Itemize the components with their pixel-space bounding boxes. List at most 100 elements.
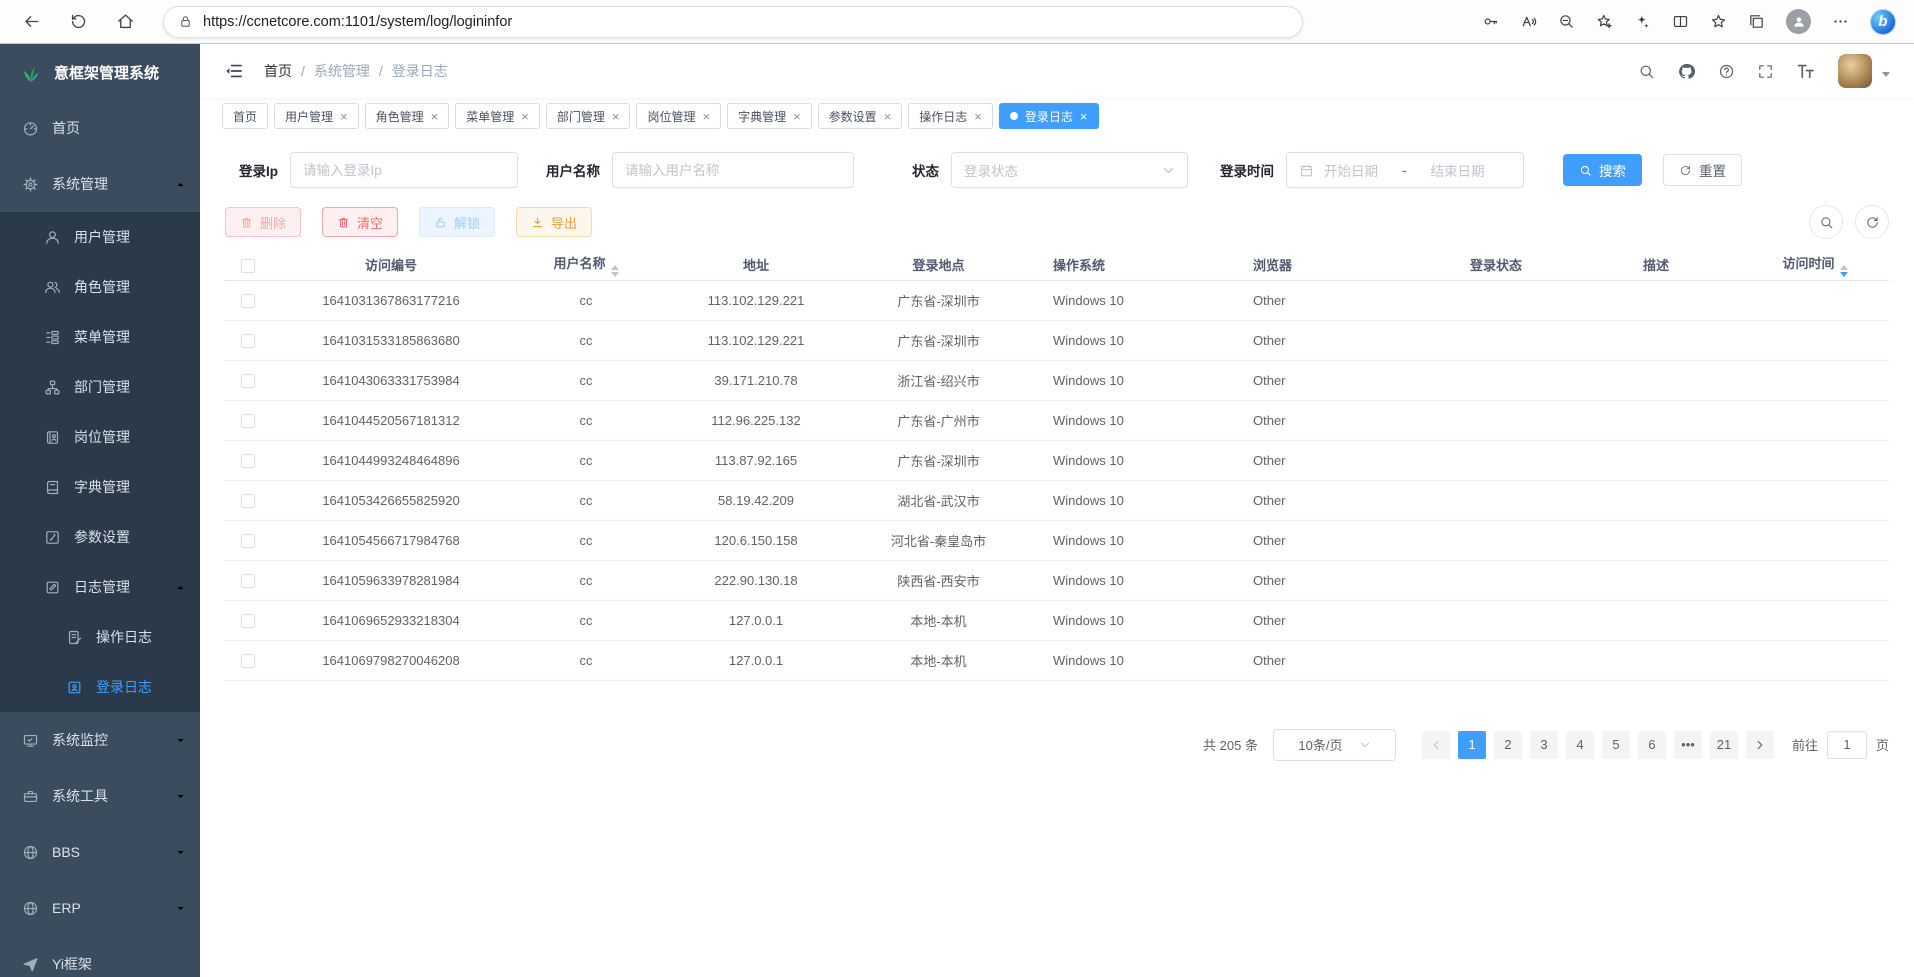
add-favorite-icon[interactable] (1596, 13, 1613, 30)
favorites-icon[interactable] (1710, 13, 1727, 30)
tab-param-settings[interactable]: 参数设置× (818, 103, 903, 129)
page-size-select[interactable]: 10条/页 (1273, 729, 1396, 761)
copilot-icon[interactable]: b (1870, 9, 1896, 35)
sidebar-item-param-settings[interactable]: 参数设置 (0, 512, 200, 562)
close-icon[interactable]: × (431, 110, 439, 123)
close-icon[interactable]: × (884, 110, 892, 123)
page-button-5[interactable]: 5 (1602, 731, 1630, 759)
home-icon[interactable] (116, 12, 135, 31)
row-checkbox[interactable] (241, 654, 255, 668)
back-icon[interactable] (22, 12, 41, 31)
user-name-input[interactable] (612, 152, 854, 188)
sidebar-item-system-tools[interactable]: 系统工具 (0, 768, 200, 824)
tab-post-management[interactable]: 岗位管理× (636, 103, 721, 129)
table-row[interactable]: 1641031367863177216cc113.102.129.221广东省-… (225, 280, 1889, 320)
sidebar-item-post-management[interactable]: 岗位管理 (0, 412, 200, 462)
end-date-placeholder[interactable]: 结束日期 (1431, 160, 1485, 180)
sort-icon[interactable] (1840, 265, 1848, 277)
reset-button[interactable]: 重置 (1663, 154, 1742, 186)
chevron-down-icon[interactable] (1882, 72, 1890, 81)
collections-icon[interactable] (1748, 13, 1765, 30)
tab-menu-management[interactable]: 菜单管理× (455, 103, 540, 129)
font-size-icon[interactable] (1796, 61, 1816, 81)
table-row[interactable]: 1641069652933218304cc127.0.0.1本地-本机Windo… (225, 600, 1889, 640)
sidebar-item-dept-management[interactable]: 部门管理 (0, 362, 200, 412)
table-row[interactable]: 1641031533185863680cc113.102.129.221广东省-… (225, 320, 1889, 360)
delete-button[interactable]: 删除 (225, 207, 301, 237)
row-checkbox[interactable] (241, 294, 255, 308)
help-icon[interactable] (1718, 63, 1735, 80)
breadcrumb-home[interactable]: 首页 (264, 61, 292, 81)
table-row[interactable]: 1641054566717984768cc120.6.150.158河北省-秦皇… (225, 520, 1889, 560)
row-checkbox[interactable] (241, 574, 255, 588)
row-checkbox[interactable] (241, 334, 255, 348)
row-checkbox[interactable] (241, 534, 255, 548)
close-icon[interactable]: × (612, 110, 620, 123)
reload-icon[interactable] (69, 12, 88, 31)
search-icon[interactable] (1638, 63, 1655, 80)
tab-dict-management[interactable]: 字典管理× (727, 103, 812, 129)
sidebar-item-login-log[interactable]: 登录日志 (0, 662, 200, 712)
read-aloud-icon[interactable] (1520, 13, 1537, 30)
unlock-button[interactable]: 解锁 (419, 207, 495, 237)
table-row[interactable]: 1641069798270046208cc127.0.0.1本地-本机Windo… (225, 640, 1889, 680)
page-button-2[interactable]: 2 (1494, 731, 1522, 759)
column-visit-time[interactable]: 访问时间 (1741, 250, 1889, 280)
sidebar-item-role-management[interactable]: 角色管理 (0, 262, 200, 312)
github-icon[interactable] (1677, 62, 1696, 81)
tab-role-management[interactable]: 角色管理× (365, 103, 450, 129)
tab-user-management[interactable]: 用户管理× (274, 103, 359, 129)
refresh-table-button[interactable] (1855, 205, 1889, 239)
page-button-3[interactable]: 3 (1530, 731, 1558, 759)
table-row[interactable]: 1641044993248464896cc113.87.92.165广东省-深圳… (225, 440, 1889, 480)
browser-essentials-icon[interactable] (1634, 13, 1651, 30)
sidebar-fold-icon[interactable] (224, 61, 244, 81)
column-user-name[interactable]: 用户名称 (511, 250, 661, 280)
tab-login-log[interactable]: 登录日志× (999, 103, 1099, 129)
table-row[interactable]: 1641043063331753984cc39.171.210.78浙江省-绍兴… (225, 360, 1889, 400)
more-pages-button[interactable]: ••• (1674, 731, 1702, 759)
address-bar[interactable]: https://ccnetcore.com:1101/system/log/lo… (163, 6, 1303, 38)
close-icon[interactable]: × (974, 110, 982, 123)
page-button-4[interactable]: 4 (1566, 731, 1594, 759)
prev-page-button[interactable] (1422, 731, 1450, 759)
tab-operation-log[interactable]: 操作日志× (908, 103, 993, 129)
user-avatar[interactable] (1838, 54, 1872, 88)
page-button-6[interactable]: 6 (1638, 731, 1666, 759)
row-checkbox[interactable] (241, 454, 255, 468)
clear-button[interactable]: 清空 (322, 207, 398, 237)
next-page-button[interactable] (1746, 731, 1774, 759)
sidebar-item-yi-framework[interactable]: Yi框架 (0, 936, 200, 977)
profile-icon[interactable] (1786, 9, 1811, 34)
page-button-1[interactable]: 1 (1458, 731, 1486, 759)
zoom-out-icon[interactable] (1558, 13, 1575, 30)
status-select[interactable]: 登录状态 (951, 152, 1188, 188)
select-all-checkbox[interactable] (241, 259, 255, 273)
row-checkbox[interactable] (241, 494, 255, 508)
goto-page-input[interactable] (1827, 731, 1867, 759)
split-screen-icon[interactable] (1672, 13, 1689, 30)
close-icon[interactable]: × (521, 110, 529, 123)
sidebar-item-bbs[interactable]: BBS (0, 824, 200, 880)
url-text[interactable]: https://ccnetcore.com:1101/system/log/lo… (203, 14, 512, 30)
start-date-placeholder[interactable]: 开始日期 (1324, 160, 1378, 180)
settings-dots-icon[interactable] (1832, 13, 1849, 30)
show-search-button[interactable] (1809, 205, 1843, 239)
sidebar-item-operation-log[interactable]: 操作日志 (0, 612, 200, 662)
sidebar-item-user-management[interactable]: 用户管理 (0, 212, 200, 262)
sidebar-item-system-management[interactable]: 系统管理 (0, 156, 200, 212)
lock-icon[interactable] (178, 14, 193, 29)
sidebar-item-menu-management[interactable]: 菜单管理 (0, 312, 200, 362)
sidebar-item-home[interactable]: 首页 (0, 100, 200, 156)
sidebar-item-erp[interactable]: ERP (0, 880, 200, 936)
sidebar-item-system-monitor[interactable]: 系统监控 (0, 712, 200, 768)
close-icon[interactable]: × (1080, 110, 1088, 123)
export-button[interactable]: 导出 (516, 207, 592, 237)
fullscreen-icon[interactable] (1757, 63, 1774, 80)
sidebar-item-dict-management[interactable]: 字典管理 (0, 462, 200, 512)
tab-dept-management[interactable]: 部门管理× (546, 103, 631, 129)
close-icon[interactable]: × (702, 110, 710, 123)
login-time-range[interactable]: 开始日期 - 结束日期 (1286, 152, 1524, 188)
row-checkbox[interactable] (241, 614, 255, 628)
key-icon[interactable] (1482, 13, 1499, 30)
